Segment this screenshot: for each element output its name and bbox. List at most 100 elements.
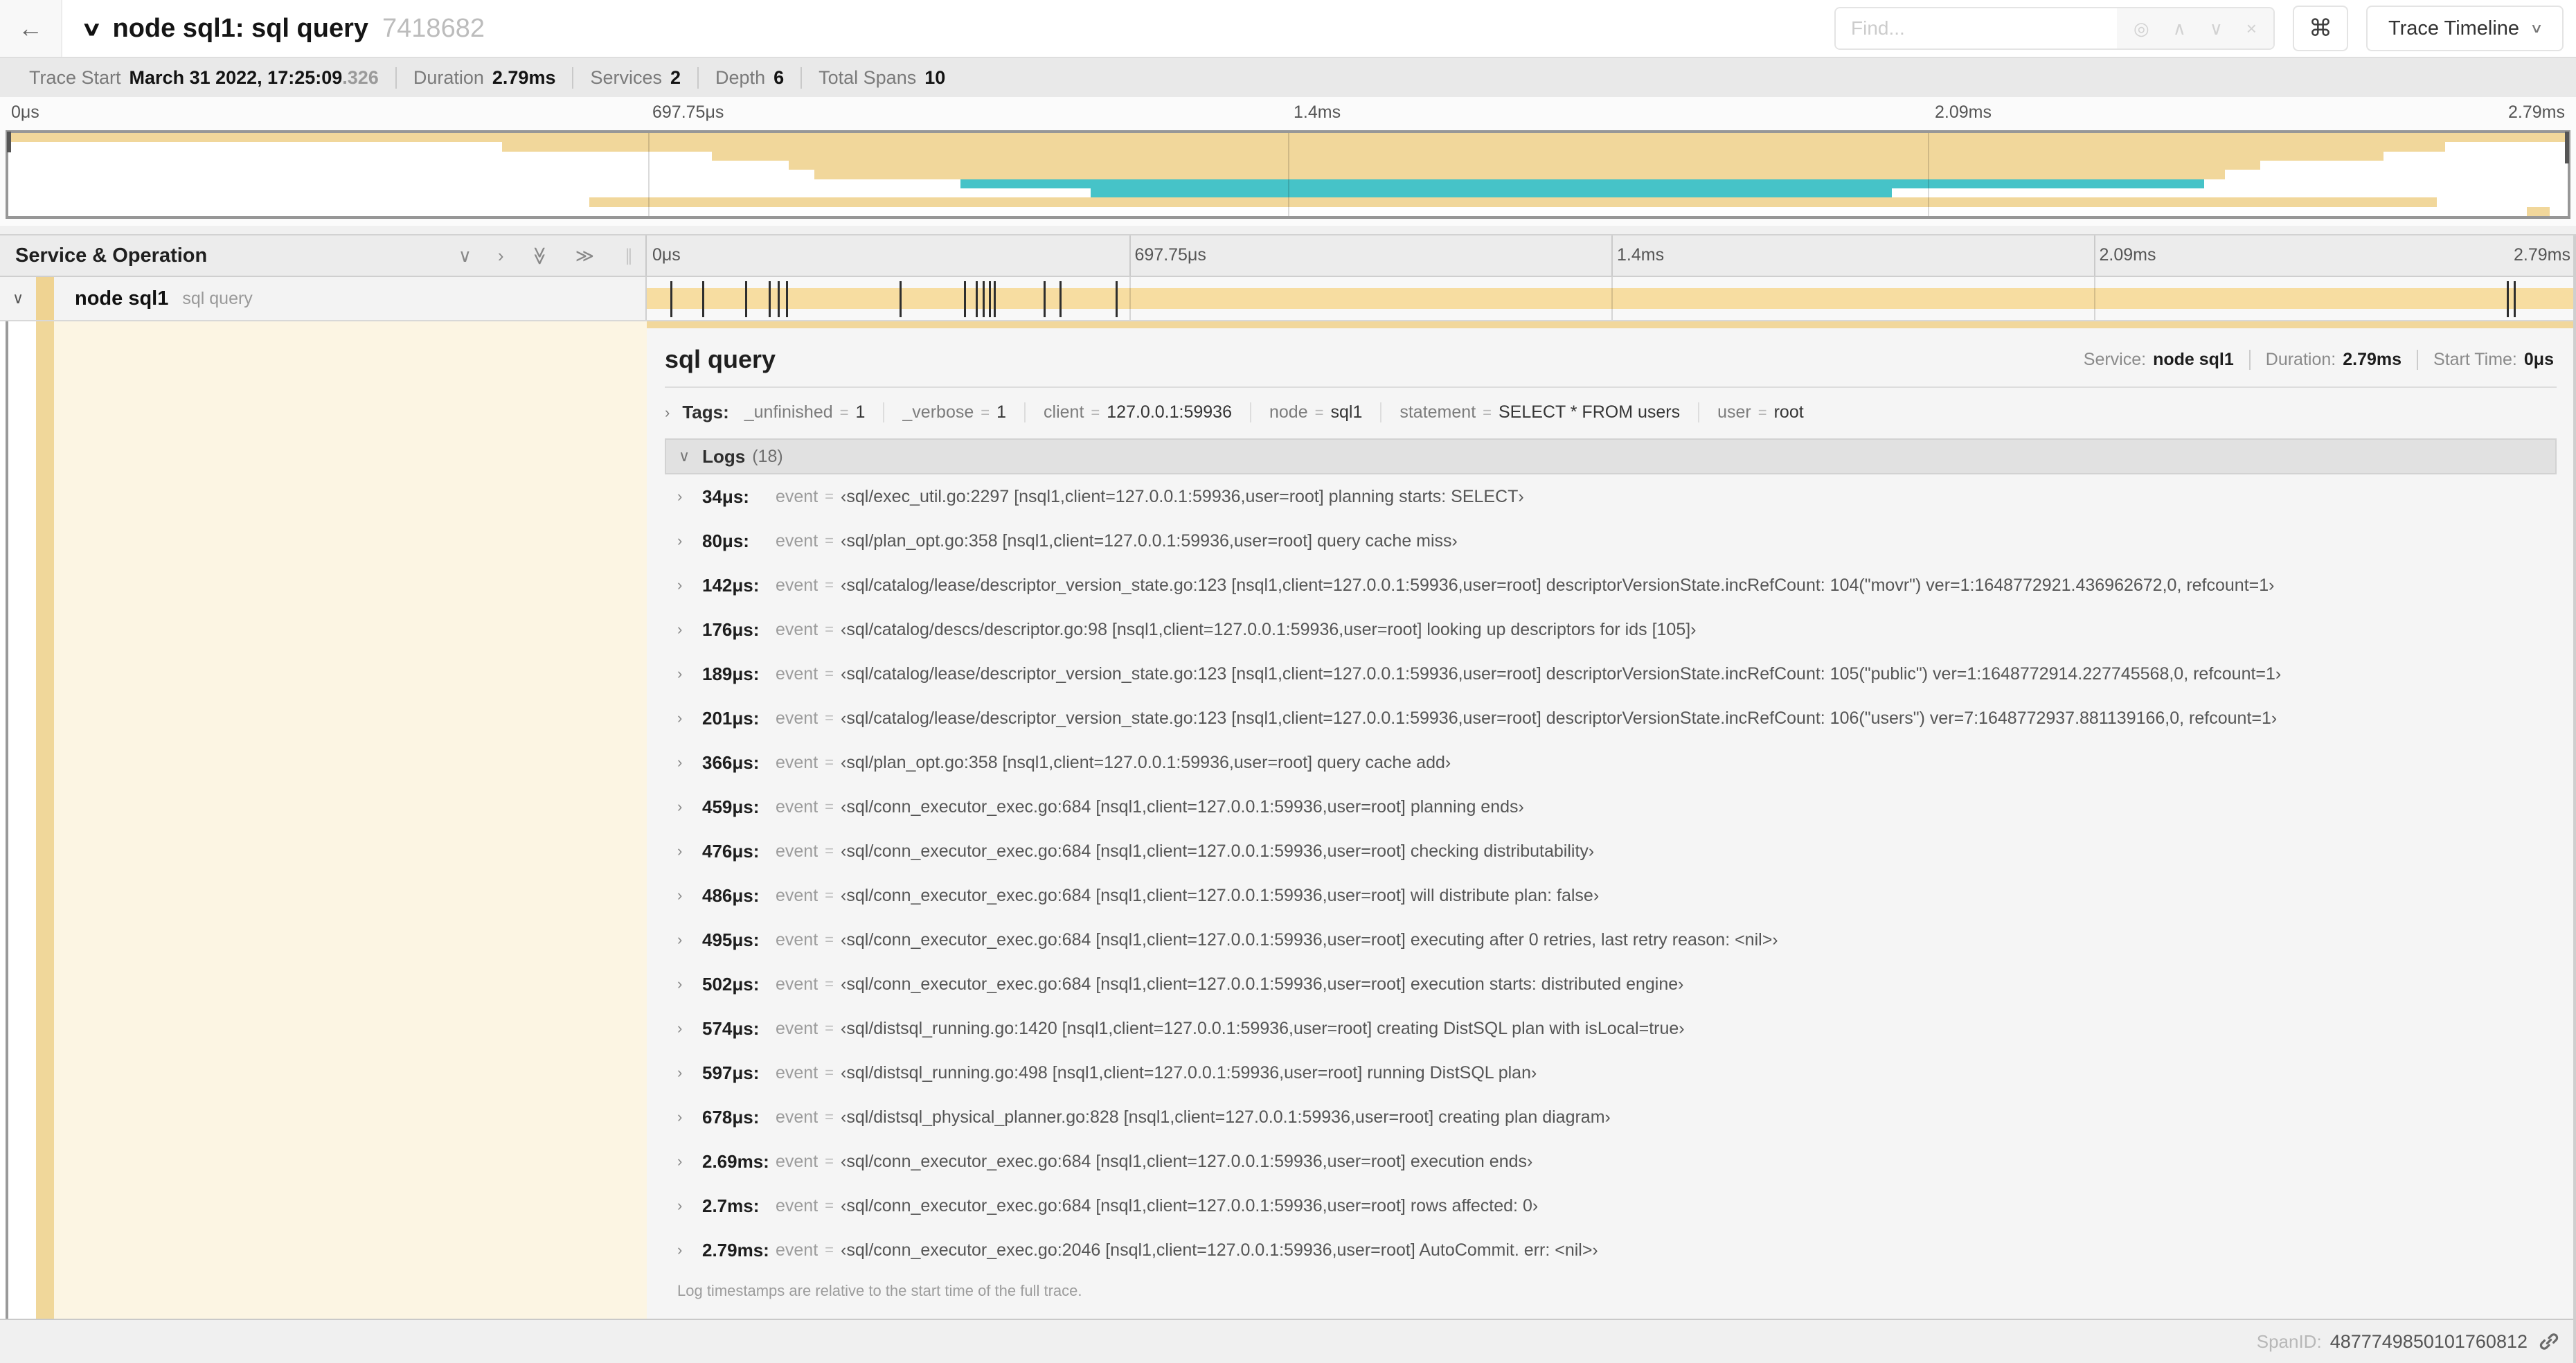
log-row[interactable]: › 476μs: event = ‹sql/conn_executor_exec.go:… — [665, 829, 2557, 873]
span-row-timeline-cell[interactable] — [647, 277, 2576, 320]
log-field-value: ‹sql/plan_opt.go:358 [nsql1,client=127.0… — [841, 531, 1458, 551]
equals-sign: = — [1757, 404, 1767, 421]
tags-expand-icon[interactable]: › — [665, 404, 670, 422]
log-expand-icon[interactable]: › — [677, 621, 698, 639]
timeline-tick-label: 2.09ms — [2099, 245, 2156, 265]
timeline-minimap[interactable]: 0μs 697.75μs 1.4ms 2.09ms 2.79ms — [0, 97, 2576, 226]
log-expand-icon[interactable]: › — [677, 576, 698, 594]
logs-list: › 34μs: event = ‹sql/exec_util.go:2297 [nsql… — [665, 474, 2557, 1272]
log-expand-icon[interactable]: › — [677, 798, 698, 816]
log-field-key: event — [776, 974, 819, 994]
trace-collapse-icon[interactable]: ∨ — [81, 17, 102, 40]
expand-one-icon[interactable]: › — [498, 245, 504, 267]
log-row[interactable]: › 189μs: event = ‹sql/catalog/lease/descript… — [665, 652, 2557, 696]
clear-find-icon[interactable]: × — [2246, 18, 2257, 39]
log-expand-icon[interactable]: › — [677, 842, 698, 860]
log-expand-icon[interactable]: › — [677, 1019, 698, 1037]
log-timestamp: 201μs: — [702, 707, 760, 729]
log-row[interactable]: › 142μs: event = ‹sql/catalog/lease/descript… — [665, 563, 2557, 607]
minimap-span-bar — [960, 179, 2205, 188]
log-expand-icon[interactable]: › — [677, 931, 698, 949]
log-row[interactable]: › 502μs: event = ‹sql/conn_executor_exec.go:… — [665, 962, 2557, 1006]
equals-sign: = — [825, 665, 834, 682]
footer-bar: SpanID: 4877749850101760812 — [0, 1319, 2576, 1363]
log-expand-icon[interactable]: › — [677, 1152, 698, 1170]
log-row[interactable]: › 574μs: event = ‹sql/distsql_running.go:142… — [665, 1006, 2557, 1051]
span-color-accent — [36, 277, 54, 320]
detail-meta-value: 0μs — [2523, 349, 2554, 369]
back-button[interactable]: ← — [0, 0, 62, 57]
log-expand-icon[interactable]: › — [677, 532, 698, 550]
log-row[interactable]: › 495μs: event = ‹sql/conn_executor_exec.go:… — [665, 918, 2557, 962]
span-row-name-cell[interactable]: ∨ node sql1 sql query — [0, 277, 647, 320]
log-row[interactable]: › 486μs: event = ‹sql/conn_executor_exec.go:… — [665, 873, 2557, 918]
service-operation-header: Service & Operation ∨ › ≫ ≫ ∥ — [0, 235, 647, 276]
log-timestamp: 678μs: — [702, 1106, 760, 1128]
log-expand-icon[interactable]: › — [677, 488, 698, 506]
log-row[interactable]: › 2.69ms: event = ‹sql/conn_executor_exec.go… — [665, 1139, 2557, 1184]
log-row[interactable]: › 597μs: event = ‹sql/distsql_running.go:498… — [665, 1051, 2557, 1095]
log-row[interactable]: › 176μs: event = ‹sql/catalog/descs/descript… — [665, 607, 2557, 652]
log-row[interactable]: › 2.79ms: event = ‹sql/conn_executor_exec.go… — [665, 1228, 2557, 1272]
log-row[interactable]: › 2.7ms: event = ‹sql/conn_executor_exec.go:… — [665, 1184, 2557, 1228]
log-row[interactable]: › 459μs: event = ‹sql/conn_executor_exec.go:… — [665, 785, 2557, 829]
log-row[interactable]: › 201μs: event = ‹sql/catalog/lease/descript… — [665, 696, 2557, 740]
log-row[interactable]: › 366μs: event = ‹sql/plan_opt.go:358 [nsql1… — [665, 740, 2557, 785]
tags-row[interactable]: › Tags: _unfinished = 1 _verbose = 1 client = 12… — [665, 402, 2557, 423]
next-match-icon[interactable]: ∨ — [2210, 18, 2223, 39]
log-field-value: ‹sql/conn_executor_exec.go:684 [nsql1,cl… — [841, 1151, 1533, 1171]
logs-header[interactable]: ∨ Logs (18) — [665, 438, 2557, 474]
detail-meta-item: Duration: 2.79ms — [2248, 349, 2417, 370]
tag-item: user = root — [1698, 402, 1822, 422]
grid-line — [1611, 235, 1613, 276]
prev-match-icon[interactable]: ∧ — [2173, 18, 2186, 39]
log-expand-icon[interactable]: › — [677, 665, 698, 683]
log-field-key: event — [776, 663, 819, 684]
log-expand-icon[interactable]: › — [677, 1241, 698, 1259]
column-resize-handle[interactable]: ∥ — [625, 246, 633, 266]
minimap-left-scrubber[interactable] — [7, 132, 11, 152]
log-field-key: event — [776, 1151, 819, 1171]
window-scrollbar-track[interactable] — [2573, 235, 2576, 1363]
log-expand-icon[interactable]: › — [677, 1064, 698, 1082]
log-expand-icon[interactable]: › — [677, 975, 698, 993]
minimap-span-bar — [502, 142, 2445, 152]
log-row[interactable]: › 678μs: event = ‹sql/distsql_physical_plann… — [665, 1095, 2557, 1139]
tag-item: statement = SELECT * FROM users — [1380, 402, 1698, 422]
minimap-canvas[interactable] — [6, 130, 2570, 219]
log-expand-icon[interactable]: › — [677, 1197, 698, 1215]
link-icon[interactable] — [2539, 1331, 2559, 1352]
log-row[interactable]: › 34μs: event = ‹sql/exec_util.go:2297 [nsql… — [665, 474, 2557, 519]
equals-sign: = — [825, 1241, 834, 1258]
log-marker-tick — [777, 281, 780, 317]
find-input[interactable] — [1836, 8, 2118, 48]
timeline-tick-label: 2.09ms — [1935, 103, 1992, 122]
log-timestamp: 2.79ms: — [702, 1239, 769, 1260]
summary-item-value: 2.79ms — [492, 66, 556, 88]
summary-item-label: Depth — [715, 66, 766, 88]
collapse-all-icon[interactable]: ≫ — [529, 246, 551, 265]
shortcuts-button[interactable]: ⌘ — [2292, 6, 2348, 51]
collapse-one-icon[interactable]: ∨ — [458, 245, 472, 267]
log-field-value: ‹sql/exec_util.go:2297 [nsql1,client=127… — [841, 486, 1524, 506]
log-expand-icon[interactable]: › — [677, 887, 698, 905]
log-field-value: ‹sql/conn_executor_exec.go:684 [nsql1,cl… — [841, 974, 1684, 994]
expand-all-icon[interactable]: ≫ — [575, 245, 594, 267]
summary-item-value: 2 — [670, 66, 681, 88]
view-selector-button[interactable]: Trace Timeline ∨ — [2365, 6, 2564, 51]
timeline-axis-header: 0μs 697.75μs 1.4ms 2.09ms 2.79ms — [647, 235, 2576, 276]
log-expand-icon[interactable]: › — [677, 709, 698, 727]
span-collapse-icon[interactable]: ∨ — [0, 289, 36, 308]
log-row[interactable]: › 80μs: event = ‹sql/plan_opt.go:358 [nsql1,… — [665, 519, 2557, 563]
log-timestamp: 476μs: — [702, 840, 760, 862]
equals-sign: = — [825, 1019, 834, 1037]
log-expand-icon[interactable]: › — [677, 1108, 698, 1126]
match-target-icon[interactable]: ◎ — [2134, 18, 2149, 39]
tag-key: _verbose — [902, 402, 974, 422]
span-tree-pane — [0, 321, 647, 1319]
log-expand-icon[interactable]: › — [677, 754, 698, 772]
minimap-right-scrubber[interactable] — [2565, 132, 2569, 163]
log-timestamp: 189μs: — [702, 663, 760, 684]
columns-header: Service & Operation ∨ › ≫ ≫ ∥ 0μs 697.75μ… — [0, 235, 2576, 277]
logs-collapse-icon[interactable]: ∨ — [679, 447, 690, 465]
